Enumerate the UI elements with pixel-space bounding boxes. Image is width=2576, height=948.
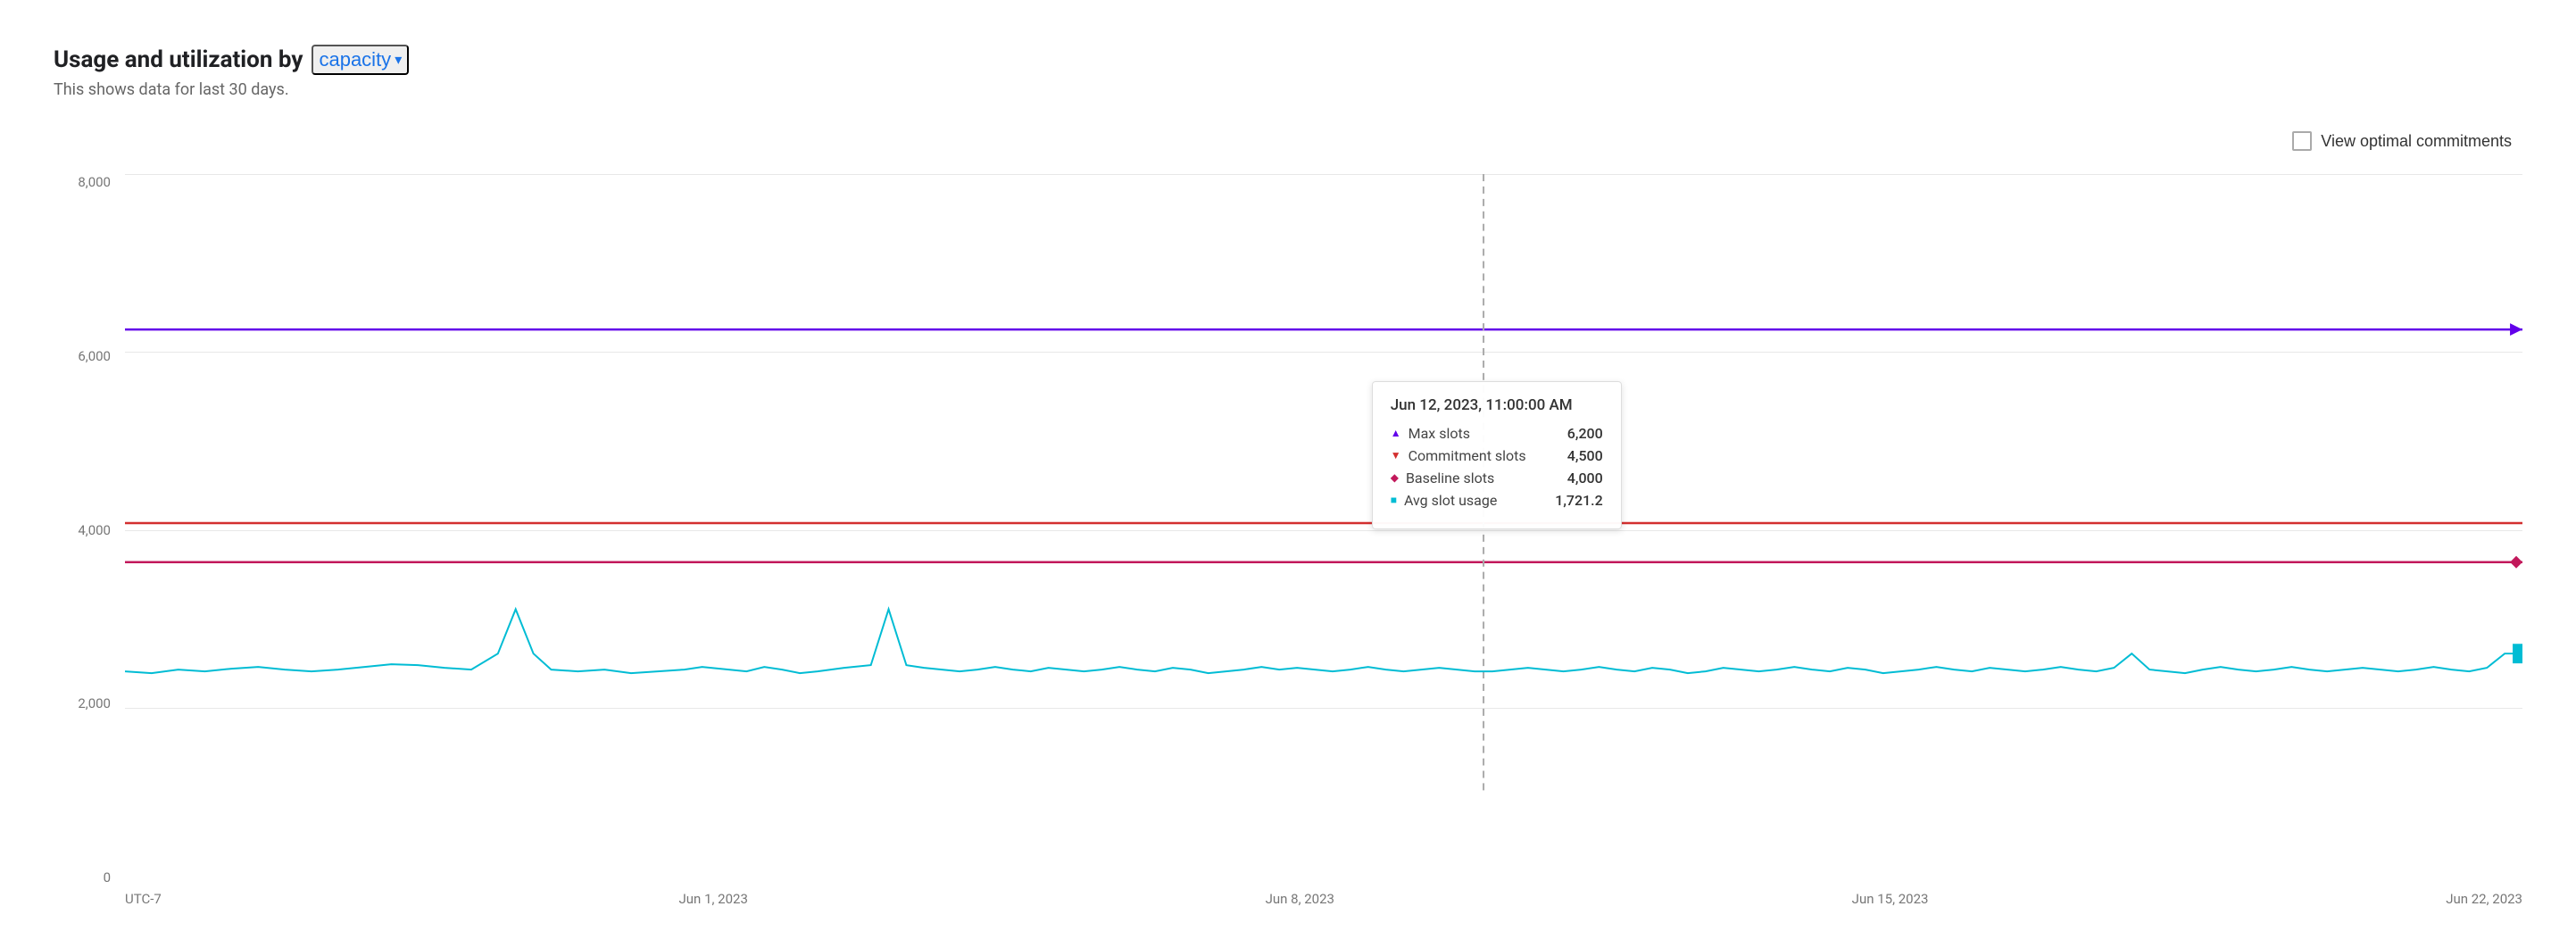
commitment-slots-value: 4,500 — [1567, 447, 1603, 464]
tooltip-title: Jun 12, 2023, 11:00:00 AM — [1391, 396, 1603, 414]
y-label-8000: 8,000 — [78, 174, 111, 190]
commitment-slots-label: Commitment slots — [1408, 447, 1526, 464]
max-slots-icon: ▲ — [1391, 427, 1401, 439]
chart-inner: Jun 12, 2023, 11:00:00 AM ▲ Max slots 6,… — [125, 174, 2522, 912]
tooltip-row-avg: ■ Avg slot usage 1,721.2 — [1391, 492, 1603, 509]
tooltip-row-max: ▲ Max slots 6,200 — [1391, 425, 1603, 442]
max-slots-label: Max slots — [1408, 425, 1470, 442]
tooltip-row-commitment: ▼ Commitment slots 4,500 — [1391, 447, 1603, 464]
x-label-jun1: Jun 1, 2023 — [679, 891, 748, 907]
chart-svg — [125, 174, 2522, 795]
view-commitments-checkbox[interactable] — [2292, 131, 2312, 151]
tooltip-series-avg: ■ Avg slot usage — [1391, 492, 1498, 509]
view-commitments-label: View optimal commitments — [2321, 132, 2512, 151]
x-label-jun15: Jun 15, 2023 — [1852, 891, 1929, 907]
tooltip-series-baseline: ◆ Baseline slots — [1391, 470, 1494, 486]
dropdown-label: capacity — [319, 48, 391, 71]
y-label-0: 0 — [104, 869, 111, 886]
tooltip-series-max: ▲ Max slots — [1391, 425, 1470, 442]
x-label-utc: UTC-7 — [125, 891, 162, 907]
subtitle: This shows data for last 30 days. — [54, 80, 2522, 99]
y-axis: 8,000 6,000 4,000 2,000 0 — [54, 174, 125, 912]
avg-slot-usage-value: 1,721.2 — [1555, 492, 1603, 509]
x-label-jun8: Jun 8, 2023 — [1266, 891, 1334, 907]
chart-container: 8,000 6,000 4,000 2,000 0 — [54, 174, 2522, 912]
view-commitments-button[interactable]: View optimal commitments — [2281, 126, 2522, 156]
x-axis: UTC-7 Jun 1, 2023 Jun 8, 2023 Jun 15, 20… — [125, 886, 2522, 912]
header: Usage and utilization by capacity ▾ This… — [54, 45, 2522, 99]
commitment-slots-icon: ▼ — [1391, 449, 1401, 462]
baseline-slots-label: Baseline slots — [1406, 470, 1494, 486]
tooltip-series-commitment: ▼ Commitment slots — [1391, 447, 1526, 464]
title-row: Usage and utilization by capacity ▾ — [54, 45, 2522, 75]
avg-slot-usage-label: Avg slot usage — [1404, 492, 1497, 509]
tooltip-row-baseline: ◆ Baseline slots 4,000 — [1391, 470, 1603, 486]
top-controls: View optimal commitments — [54, 126, 2522, 156]
y-label-6000: 6,000 — [78, 348, 111, 364]
baseline-slots-value: 4,000 — [1567, 470, 1603, 486]
chart-area: View optimal commitments 8,000 6,000 4,0… — [54, 126, 2522, 912]
avg-slot-usage-icon: ■ — [1391, 494, 1397, 506]
max-slots-value: 6,200 — [1567, 425, 1603, 442]
page: Usage and utilization by capacity ▾ This… — [0, 0, 2576, 948]
x-label-jun22: Jun 22, 2023 — [2446, 891, 2522, 907]
y-label-4000: 4,000 — [78, 522, 111, 538]
page-title: Usage and utilization by — [54, 46, 303, 73]
baseline-slots-icon: ◆ — [1391, 471, 1399, 484]
tooltip: Jun 12, 2023, 11:00:00 AM ▲ Max slots 6,… — [1372, 381, 1622, 529]
y-label-2000: 2,000 — [78, 695, 111, 711]
chevron-down-icon: ▾ — [395, 51, 402, 69]
capacity-dropdown[interactable]: capacity ▾ — [312, 45, 409, 75]
